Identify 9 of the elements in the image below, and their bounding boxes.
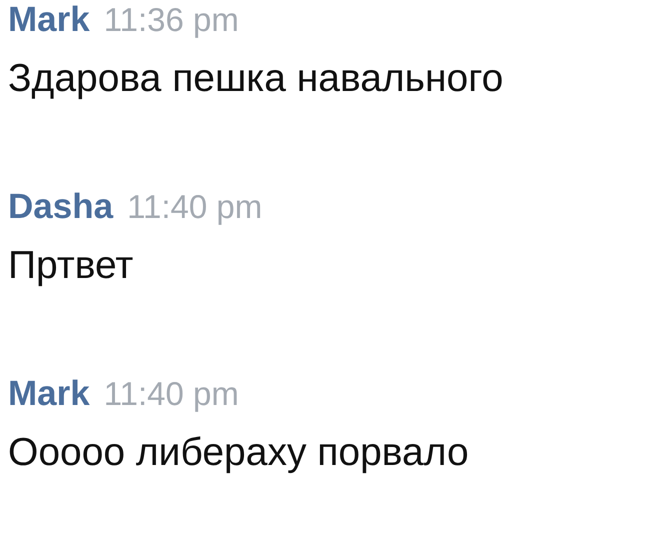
message-text: Здарова пешка навального bbox=[8, 56, 504, 102]
message-time: 11:40 pm bbox=[104, 374, 239, 413]
author-name: Mark bbox=[8, 374, 90, 414]
message-time: 11:40 pm bbox=[127, 188, 262, 226]
message-time: 11:36 pm bbox=[104, 1, 239, 39]
author-name: Dasha bbox=[8, 186, 114, 228]
author-name: Mark bbox=[8, 0, 90, 40]
message-text: Пртвет bbox=[8, 243, 134, 290]
message-text: Ооооо либераху порвало bbox=[8, 430, 470, 476]
